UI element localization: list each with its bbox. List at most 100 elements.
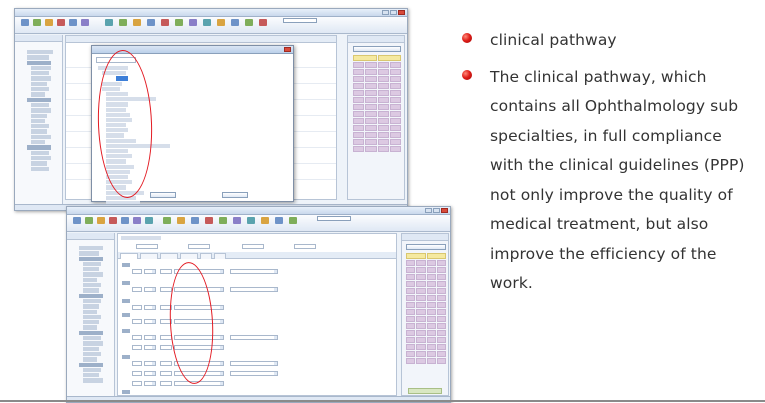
- form-field[interactable]: [230, 287, 278, 292]
- tab[interactable]: [214, 253, 226, 259]
- form-field[interactable]: [132, 371, 142, 376]
- form-field[interactable]: [160, 269, 172, 274]
- toolbar-icon[interactable]: [261, 217, 269, 224]
- nav-tree: [27, 49, 60, 172]
- form-field[interactable]: [230, 371, 278, 376]
- toolbar-icon[interactable]: [133, 19, 141, 26]
- maximize-icon[interactable]: [390, 10, 397, 15]
- nav-header: [15, 35, 62, 42]
- toolbar-icon[interactable]: [57, 19, 65, 26]
- form-field[interactable]: [132, 381, 142, 386]
- toolbar-icon[interactable]: [45, 19, 53, 26]
- form-field[interactable]: [144, 361, 156, 366]
- toolbar-icon[interactable]: [81, 19, 89, 26]
- toolbar-icon[interactable]: [21, 19, 29, 26]
- toolbar-icon[interactable]: [97, 217, 105, 224]
- form-field[interactable]: [136, 244, 158, 249]
- toolbar-icon[interactable]: [69, 19, 77, 26]
- form-field[interactable]: [160, 345, 172, 350]
- screenshot-emr-pathway-form: [66, 206, 451, 403]
- form-field[interactable]: [144, 345, 156, 350]
- toolbar-icon[interactable]: [275, 217, 283, 224]
- form-field[interactable]: [160, 371, 172, 376]
- form-field[interactable]: [160, 361, 172, 366]
- form-field[interactable]: [144, 335, 156, 340]
- toolbar-icon[interactable]: [247, 217, 255, 224]
- calendar-grid: [353, 55, 401, 152]
- tab[interactable]: [200, 253, 212, 259]
- toolbar-icon[interactable]: [233, 217, 241, 224]
- maximize-icon[interactable]: [433, 208, 440, 213]
- toolbar-icon[interactable]: [205, 217, 213, 224]
- form-field[interactable]: [132, 335, 142, 340]
- screenshot-emr-pathway-dialog: [14, 8, 408, 211]
- toolbar-icon[interactable]: [189, 19, 197, 26]
- toolbar-icon[interactable]: [259, 19, 267, 26]
- toolbar-icon[interactable]: [161, 19, 169, 26]
- minimize-icon[interactable]: [382, 10, 389, 15]
- toolbar-icon[interactable]: [119, 19, 127, 26]
- toolbar-icon[interactable]: [217, 19, 225, 26]
- form-field[interactable]: [132, 269, 142, 274]
- toolbar-icon[interactable]: [231, 19, 239, 26]
- toolbar-icon[interactable]: [177, 217, 185, 224]
- form-field[interactable]: [132, 287, 142, 292]
- form-field[interactable]: [144, 371, 156, 376]
- toolbar-icon[interactable]: [219, 217, 227, 224]
- toolbar-icon[interactable]: [105, 19, 113, 26]
- toolbar-icon[interactable]: [133, 217, 141, 224]
- calendar-grid: [406, 253, 446, 364]
- form-field[interactable]: [144, 287, 156, 292]
- nav-header: [67, 233, 114, 240]
- toolbar-icon[interactable]: [109, 217, 117, 224]
- form-field[interactable]: [242, 244, 264, 249]
- window-controls: [382, 10, 405, 15]
- patient-selector[interactable]: [317, 216, 351, 221]
- form-field[interactable]: [188, 244, 210, 249]
- calendar-toggle-button[interactable]: [406, 244, 446, 250]
- form-field[interactable]: [132, 319, 142, 324]
- toolbar-icon[interactable]: [191, 217, 199, 224]
- form-field[interactable]: [144, 305, 156, 310]
- tab[interactable]: [160, 253, 178, 259]
- toolbar-icon[interactable]: [289, 217, 297, 224]
- toolbar-icon[interactable]: [245, 19, 253, 26]
- toolbar-icon[interactable]: [33, 19, 41, 26]
- dialog-ok-button[interactable]: [150, 192, 176, 198]
- form-field[interactable]: [294, 244, 316, 249]
- form-field[interactable]: [144, 319, 156, 324]
- form-field[interactable]: [144, 381, 156, 386]
- calendar-confirm-button[interactable]: [408, 388, 442, 394]
- patient-input[interactable]: [283, 18, 317, 23]
- form-field[interactable]: [160, 287, 172, 292]
- toolbar-icon[interactable]: [121, 217, 129, 224]
- tab[interactable]: [180, 253, 198, 259]
- calendar-toggle-button[interactable]: [353, 46, 401, 52]
- form-field[interactable]: [230, 269, 278, 274]
- form-field[interactable]: [230, 335, 278, 340]
- close-icon[interactable]: [441, 208, 448, 213]
- dialog-close-icon[interactable]: [284, 47, 291, 52]
- minimize-icon[interactable]: [425, 208, 432, 213]
- form-field[interactable]: [132, 361, 142, 366]
- tab[interactable]: [140, 253, 158, 259]
- toolbar-icon[interactable]: [203, 19, 211, 26]
- patient-selector[interactable]: [283, 18, 317, 23]
- toolbar-icon[interactable]: [175, 19, 183, 26]
- toolbar-icon[interactable]: [85, 217, 93, 224]
- form-field[interactable]: [144, 269, 156, 274]
- toolbar-icon[interactable]: [73, 217, 81, 224]
- patient-input[interactable]: [317, 216, 351, 221]
- toolbar-icon[interactable]: [145, 217, 153, 224]
- tab[interactable]: [120, 253, 138, 259]
- toolbar-icon[interactable]: [147, 19, 155, 26]
- bullet-dot-icon: [462, 69, 472, 80]
- form-field[interactable]: [132, 305, 142, 310]
- close-icon[interactable]: [398, 10, 405, 15]
- form-field[interactable]: [132, 345, 142, 350]
- form-field[interactable]: [230, 361, 278, 366]
- dialog-cancel-button[interactable]: [222, 192, 248, 198]
- form-field[interactable]: [160, 381, 172, 386]
- toolbar-icon[interactable]: [163, 217, 171, 224]
- calendar-header: [402, 234, 448, 241]
